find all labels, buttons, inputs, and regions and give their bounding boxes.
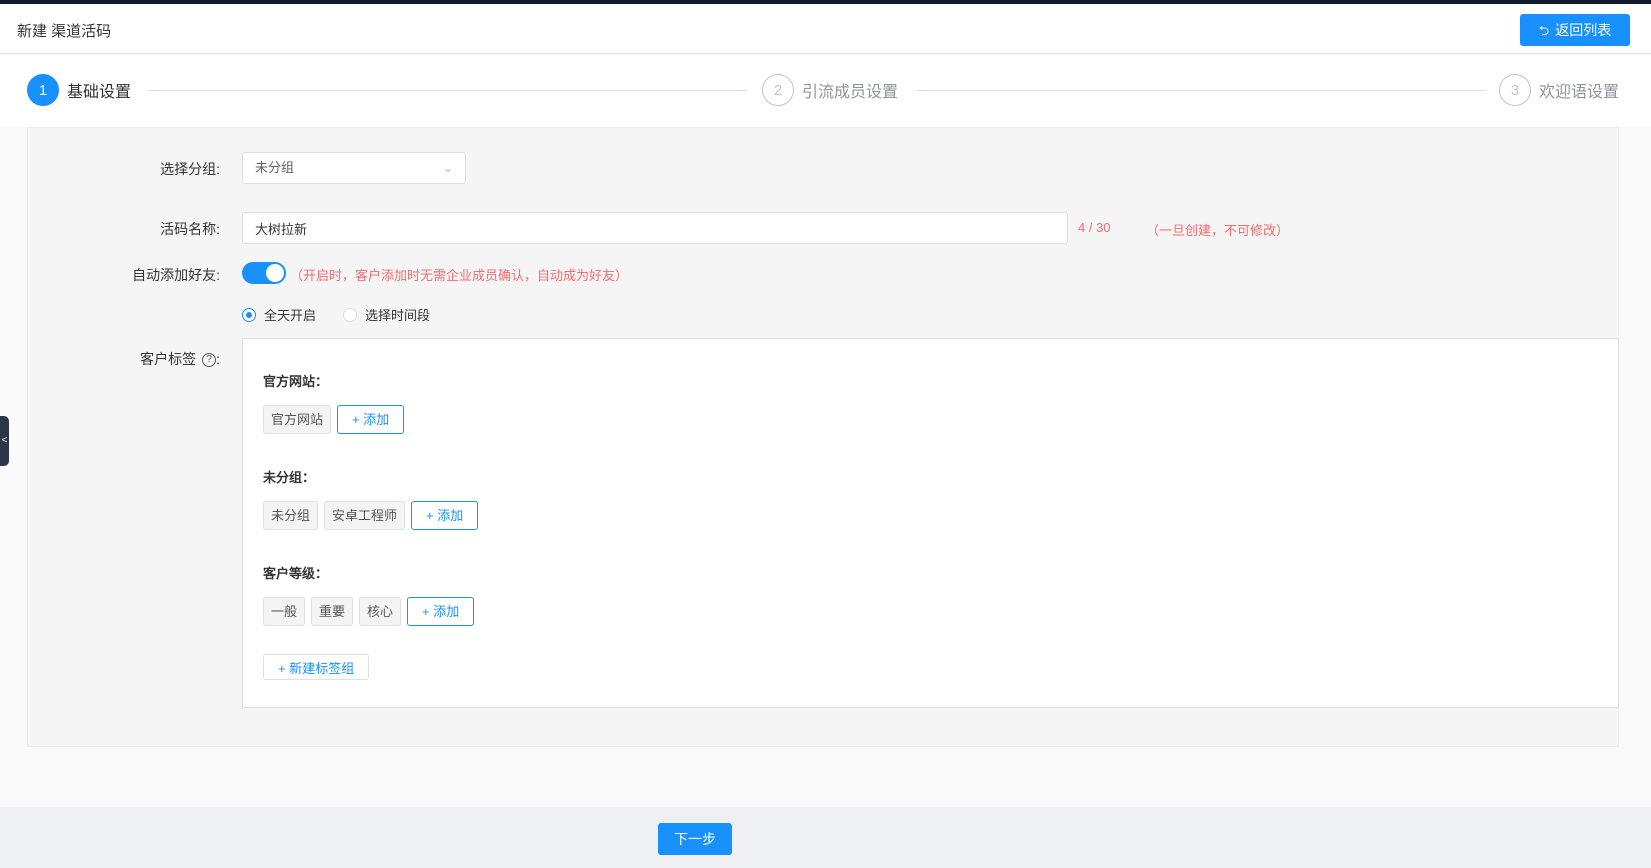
tag-group-row: 一般 重要 核心 + 添加 — [263, 597, 475, 626]
add-tag-label: 添加 — [433, 604, 460, 619]
step-number: 1 — [27, 74, 59, 106]
back-to-list-button[interactable]: ⮌ 返回列表 — [1520, 14, 1630, 46]
chevron-left-icon: < — [1, 435, 8, 446]
tag-item[interactable]: 官方网站 — [263, 405, 332, 434]
plus-icon: + — [352, 412, 360, 427]
step-member-settings[interactable]: 2 引流成员设置 — [762, 74, 898, 106]
tag-item[interactable]: 重要 — [311, 597, 354, 626]
radio-dot — [343, 307, 357, 322]
group-label: 选择分组: — [160, 161, 220, 177]
steps-bar: 1 基础设置 2 引流成员设置 3 欢迎语设置 — [0, 55, 1651, 127]
add-tag-label: 添加 — [363, 412, 390, 427]
name-input[interactable] — [242, 212, 1068, 244]
return-icon: ⮌ — [1538, 22, 1550, 38]
tag-item[interactable]: 核心 — [359, 597, 402, 626]
tag-group-row: 官方网站 + 添加 — [263, 405, 405, 434]
radio-label: 全天开启 — [264, 308, 317, 323]
radio-time-range[interactable]: 选择时间段 — [343, 305, 430, 324]
tag-group-row: 未分组 安卓工程师 + 添加 — [263, 501, 479, 530]
tag-item[interactable]: 安卓工程师 — [324, 501, 406, 530]
step-label: 引流成员设置 — [802, 84, 899, 101]
step-number: 2 — [762, 74, 794, 106]
step-label: 基础设置 — [67, 84, 132, 101]
auto-add-label: 自动添加好友: — [132, 267, 220, 283]
tags-label: 客户标签?: — [20, 349, 220, 369]
help-icon[interactable]: ? — [202, 353, 217, 368]
chevron-down-icon: ⌄ — [442, 161, 453, 175]
footer-bar: 下一步 — [0, 807, 1651, 868]
tags-label-suffix: : — [216, 351, 220, 367]
tag-group-title: 官方网站： — [263, 374, 329, 389]
step-label: 欢迎语设置 — [1539, 84, 1620, 101]
group-select-value: 未分组 — [255, 160, 295, 175]
new-tag-group-label: 新建标签组 — [289, 660, 355, 676]
name-hint: （一旦创建，不可修改） — [1146, 223, 1290, 238]
add-tag-button[interactable]: + 添加 — [411, 501, 479, 530]
plus-icon: + — [426, 508, 434, 523]
switch-knob — [266, 264, 284, 282]
next-step-button[interactable]: 下一步 — [658, 823, 732, 855]
new-tag-group-button[interactable]: + 新建标签组 — [263, 654, 370, 680]
collapse-sidebar-handle[interactable]: < — [0, 416, 9, 466]
plus-icon: + — [278, 660, 286, 676]
tag-item[interactable]: 未分组 — [263, 501, 319, 530]
tag-panel: 官方网站： 官方网站 + 添加 未分组： 未分组 安卓工程师 + 添加 客户等级… — [242, 338, 1619, 708]
group-select[interactable]: 未分组 ⌄ — [242, 152, 466, 184]
radio-all-day[interactable]: 全天开启 — [242, 305, 316, 324]
step-connector — [147, 90, 747, 91]
step-welcome-settings[interactable]: 3 欢迎语设置 — [1499, 74, 1619, 106]
step-number: 3 — [1499, 74, 1531, 106]
page-header: 新建 渠道活码 ⮌ 返回列表 — [0, 4, 1651, 54]
radio-dot — [242, 307, 256, 322]
add-tag-label: 添加 — [437, 508, 464, 523]
auto-add-switch[interactable] — [242, 262, 286, 284]
name-char-counter: 4 / 30 — [1078, 220, 1111, 235]
tag-group-title: 客户等级： — [263, 566, 329, 581]
add-tag-button[interactable]: + 添加 — [337, 405, 405, 434]
tag-item[interactable]: 一般 — [263, 597, 306, 626]
radio-label: 选择时间段 — [365, 308, 431, 323]
tags-label-text: 客户标签 — [140, 351, 197, 367]
back-to-list-label: 返回列表 — [1555, 22, 1612, 38]
name-label: 活码名称: — [160, 221, 220, 237]
step-basic-settings[interactable]: 1 基础设置 — [27, 74, 131, 106]
step-connector — [916, 90, 1486, 91]
page-title: 新建 渠道活码 — [17, 23, 112, 40]
add-tag-button[interactable]: + 添加 — [407, 597, 475, 626]
auto-add-hint: （开启时，客户添加时无需企业成员确认，自动成为好友） — [290, 268, 629, 283]
plus-icon: + — [422, 604, 430, 619]
tag-group-title: 未分组： — [263, 470, 316, 485]
